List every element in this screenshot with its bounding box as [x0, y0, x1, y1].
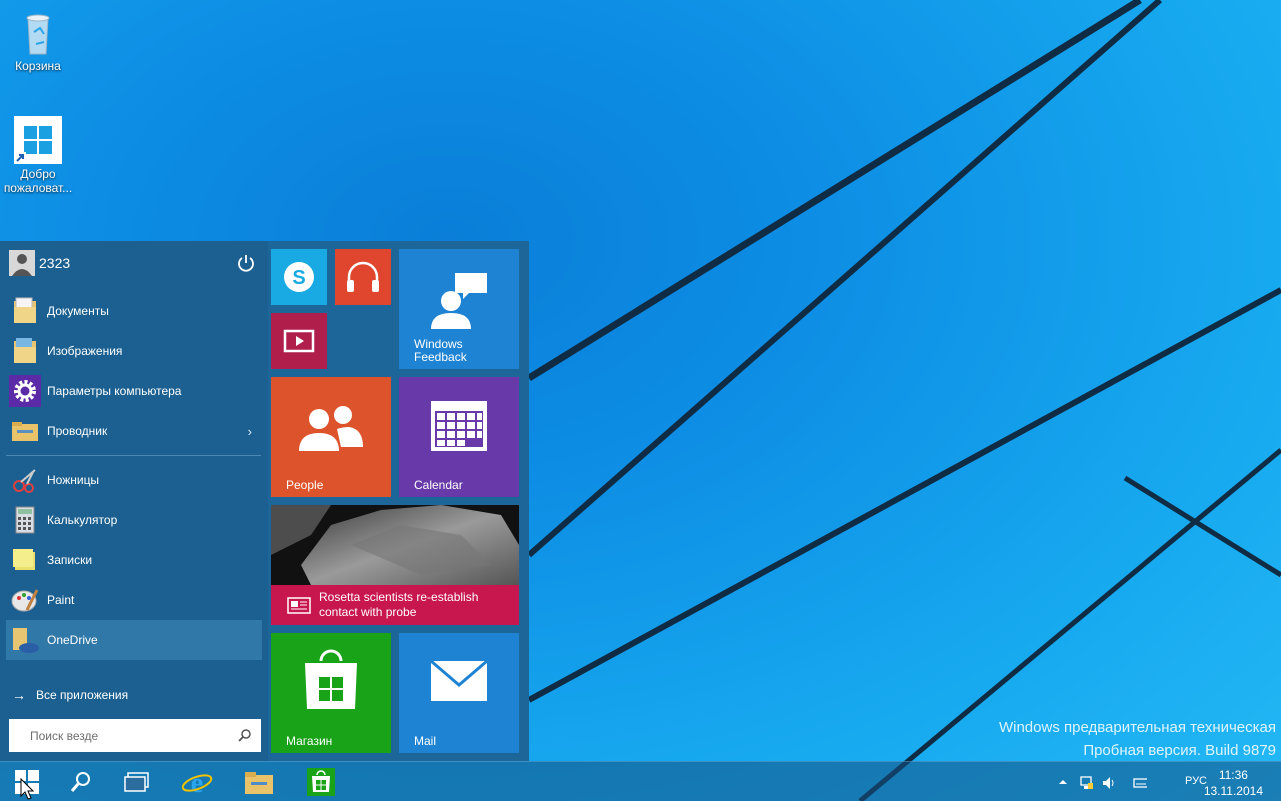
paint-icon [9, 584, 41, 616]
desktop-icon-recycle-bin[interactable]: Корзина [0, 8, 76, 73]
places-list: Документы Изображения Параметры компьюте… [6, 291, 262, 451]
search-icon[interactable] [238, 728, 252, 742]
skype-icon: S [284, 262, 314, 292]
snipping-tool-icon [9, 464, 41, 496]
menu-item-onedrive[interactable]: OneDrive [6, 620, 262, 660]
tile-mail[interactable]: Mail [399, 633, 519, 753]
store-icon [307, 768, 335, 796]
search-placeholder: Поиск везде [30, 728, 99, 743]
user-name: 2323 [39, 255, 71, 271]
news-photo [271, 505, 519, 585]
clock-date: 13.11.2014 [1203, 784, 1263, 798]
clock[interactable]: 11:36 13.11.2014 [1204, 767, 1263, 799]
user-account[interactable]: 2323 [9, 248, 261, 278]
gear-icon [9, 375, 41, 407]
menu-item-label: Изображения [47, 344, 123, 358]
start-menu-left-pane: 2323 Документы Изображения Параметры ком… [0, 241, 268, 761]
news-icon [287, 597, 311, 614]
menu-item-label: Проводник [47, 424, 108, 438]
power-button[interactable] [237, 254, 255, 272]
menu-item-label: Параметры компьютера [47, 384, 182, 398]
headphones-icon [347, 261, 379, 292]
menu-item-sticky-notes[interactable]: Записки [6, 540, 262, 580]
arrow-right-icon: → [12, 687, 26, 703]
svg-text:e: e [191, 768, 203, 798]
all-apps-label: Все приложения [36, 688, 129, 702]
tile-video[interactable] [271, 313, 327, 369]
menu-item-label: Записки [47, 553, 93, 567]
user-avatar-icon [9, 250, 35, 276]
menu-item-file-explorer[interactable]: Проводник › [6, 411, 262, 451]
svg-text:S: S [292, 267, 305, 289]
taskbar-search-button[interactable] [54, 762, 108, 801]
menu-item-label: Калькулятор [47, 513, 118, 527]
clock-time: 11:36 [1218, 768, 1248, 782]
search-input[interactable]: Поиск везде [9, 719, 261, 752]
desktop-icon-label: Добро пожаловат... [3, 167, 73, 195]
taskbar: e РУС 11:36 13.11.2014 [0, 761, 1281, 801]
desktop-icon-label: Корзина [15, 59, 61, 73]
watermark-line-1: Windows предварительная техническая [998, 719, 1276, 736]
news-headline-bar: Rosetta scientists re-establish contact … [271, 585, 519, 625]
tile-label: People [286, 478, 324, 492]
tile-windows-feedback[interactable]: Windows Feedback [399, 249, 519, 369]
tile-calendar[interactable]: Calendar [399, 377, 519, 497]
file-explorer-icon [245, 772, 273, 794]
menu-item-label: Ножницы [47, 473, 100, 487]
tile-skype[interactable]: S [271, 249, 327, 305]
calculator-icon [9, 504, 41, 536]
tile-label: Магазин [286, 734, 333, 748]
tile-people[interactable]: People [271, 377, 391, 497]
chevron-up-icon[interactable] [1057, 775, 1071, 789]
keyboard-icon[interactable] [1133, 775, 1147, 789]
menu-item-documents[interactable]: Документы [6, 291, 262, 331]
network-icon[interactable] [1079, 775, 1093, 789]
chevron-right-icon[interactable]: › [248, 424, 252, 439]
menu-item-calculator[interactable]: Калькулятор [6, 500, 262, 540]
internet-explorer-icon: e [181, 768, 213, 798]
volume-icon[interactable] [1101, 775, 1115, 789]
menu-item-label: Paint [47, 593, 75, 607]
task-view-button[interactable] [110, 762, 164, 801]
sticky-notes-icon [9, 544, 41, 576]
onedrive-icon [9, 624, 41, 656]
tile-music[interactable] [335, 249, 391, 305]
search-icon [70, 772, 90, 792]
menu-item-label: OneDrive [47, 633, 98, 647]
news-headline: Rosetta scientists re-establish contact … [319, 590, 479, 619]
power-icon [238, 255, 254, 272]
tile-store[interactable]: Магазин [271, 633, 391, 753]
video-icon [283, 329, 315, 353]
menu-item-pc-settings[interactable]: Параметры компьютера [6, 371, 262, 411]
tile-label: Windows Feedback [414, 337, 467, 364]
mouse-cursor-icon [20, 778, 34, 800]
task-view-icon [124, 772, 149, 792]
desktop-icon-welcome[interactable]: Добро пожаловат... [0, 116, 76, 195]
tile-news[interactable]: Rosetta scientists re-establish contact … [271, 505, 519, 625]
start-menu: 2323 Документы Изображения Параметры ком… [0, 241, 529, 761]
store-button[interactable] [294, 762, 348, 801]
menu-item-paint[interactable]: Paint [6, 580, 262, 620]
file-explorer-button[interactable] [232, 762, 286, 801]
menu-item-pictures[interactable]: Изображения [6, 331, 262, 371]
internet-explorer-button[interactable]: e [170, 762, 224, 801]
apps-list: Ножницы Калькулятор Записки Paint OneDri… [6, 460, 262, 660]
menu-separator [6, 455, 261, 456]
menu-item-label: Документы [47, 304, 109, 318]
tile-label: Mail [414, 734, 437, 748]
menu-item-snipping-tool[interactable]: Ножницы [6, 460, 262, 500]
recycle-bin-icon [14, 8, 62, 56]
tile-label: Calendar [414, 478, 463, 492]
build-watermark: Windows предварительная техническая Проб… [999, 716, 1276, 762]
pictures-folder-icon [9, 335, 41, 367]
system-tray: РУС 11:36 13.11.2014 [1051, 762, 1281, 801]
windows-welcome-icon [14, 116, 62, 164]
watermark-line-2: Пробная версия. Build 9879 [1083, 742, 1276, 759]
all-apps-button[interactable]: → Все приложения [12, 685, 128, 705]
file-explorer-icon [9, 415, 41, 447]
documents-folder-icon [9, 295, 41, 327]
